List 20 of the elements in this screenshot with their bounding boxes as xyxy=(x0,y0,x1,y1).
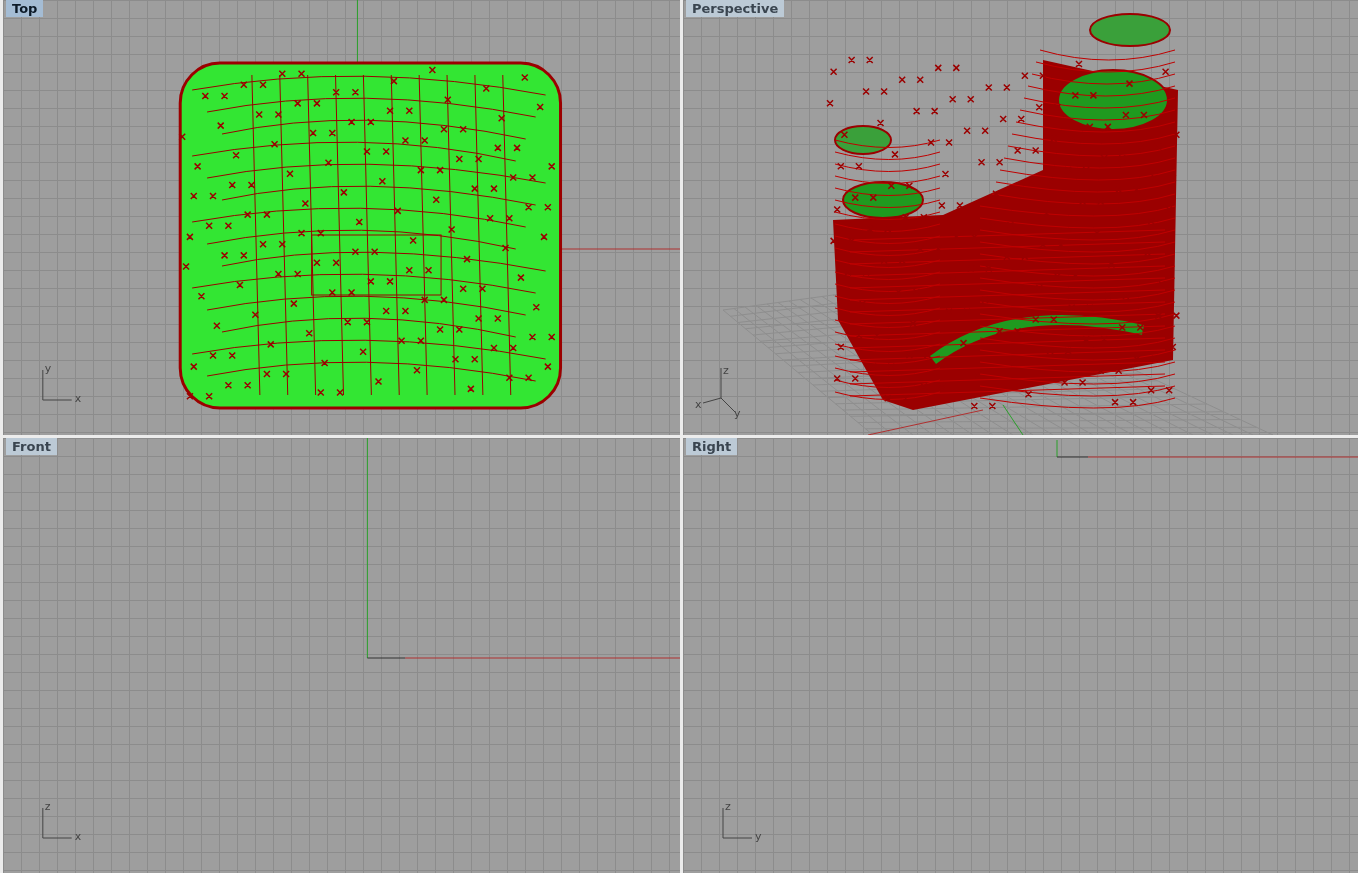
axis-label: x xyxy=(74,830,82,843)
axis-icon xyxy=(702,367,736,413)
axis-label: x xyxy=(695,398,702,411)
axis-label: z xyxy=(725,800,731,813)
viewport-title-tab[interactable]: Front xyxy=(6,438,57,455)
z-axis-line xyxy=(1056,439,1058,458)
axis-label: z xyxy=(723,364,729,377)
axis-label: y xyxy=(44,362,52,375)
viewport[interactable]: Perspective z x y xyxy=(683,0,1358,435)
viewport[interactable]: Front z x xyxy=(0,438,680,873)
viewport-title-tab[interactable]: Right xyxy=(686,438,738,455)
viewport-title-tab[interactable]: Perspective xyxy=(686,0,785,17)
viewport-title-tab[interactable]: Top xyxy=(6,0,44,17)
y-axis-line xyxy=(1002,404,1024,435)
axis-label: y xyxy=(755,830,762,843)
viewport[interactable]: Top y x xyxy=(0,0,680,435)
axis-label: x xyxy=(74,392,82,405)
viewport[interactable]: Right z y xyxy=(683,438,1358,873)
axis-label: y xyxy=(734,407,741,420)
axis-label: z xyxy=(44,800,51,813)
